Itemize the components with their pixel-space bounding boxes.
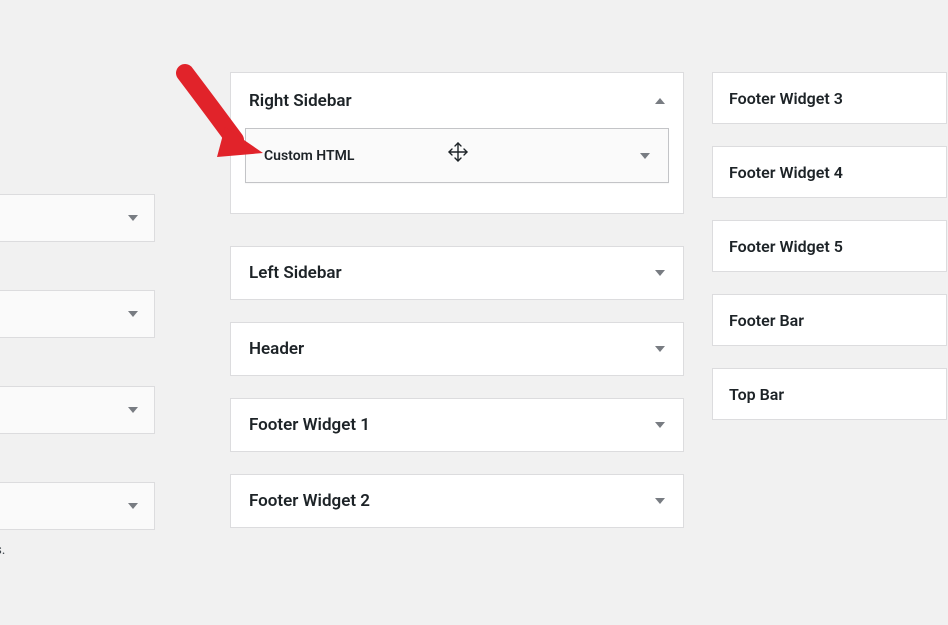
widget-description-fragment: Press.org links. xyxy=(0,536,155,568)
widget-label: Custom HTML xyxy=(264,148,354,164)
widget-area-footer-2: Footer Widget 2 xyxy=(230,474,684,528)
widget-area-header[interactable]: Right Sidebar xyxy=(231,73,683,128)
available-widget-item[interactable] xyxy=(0,194,155,242)
widget-area-title: Left Sidebar xyxy=(249,263,342,283)
chevron-down-icon xyxy=(655,422,665,428)
widget-area-body[interactable]: Custom HTML xyxy=(231,128,683,213)
widget-area-header[interactable]: Footer Bar xyxy=(713,295,946,345)
widget-area-footer-3: Footer Widget 3 xyxy=(712,72,947,124)
chevron-down-icon xyxy=(655,270,665,276)
widget-description-fragment: layer. xyxy=(0,248,155,280)
widget-area-title: Footer Widget 1 xyxy=(249,415,370,435)
chevron-down-icon xyxy=(128,503,138,509)
widget-area-header[interactable]: Footer Widget 4 xyxy=(713,147,946,197)
widget-area-top-bar: Top Bar xyxy=(712,368,947,420)
widget-custom-html[interactable]: Custom HTML xyxy=(245,128,669,183)
widget-area-header[interactable]: Footer Widget 2 xyxy=(231,475,683,527)
widget-area-title: Top Bar xyxy=(729,385,784,404)
available-widget-item[interactable] xyxy=(0,386,155,434)
widget-area-title: Footer Widget 2 xyxy=(249,491,370,511)
widget-area-left-sidebar: Left Sidebar xyxy=(230,246,684,300)
chevron-down-icon xyxy=(655,498,665,504)
widget-area-title: Right Sidebar xyxy=(249,91,352,111)
widget-description-fragment: of categories. xyxy=(0,344,155,376)
available-widgets-column: e a widget and layer. of categories. gal… xyxy=(0,0,155,578)
chevron-up-icon xyxy=(655,98,665,104)
widget-area-title: Footer Widget 5 xyxy=(729,237,843,256)
widget-area-header[interactable]: Footer Widget 3 xyxy=(713,73,946,123)
widget-area-title: Footer Bar xyxy=(729,311,804,330)
widget-areas-column-2: Footer Widget 3 Footer Widget 4 Footer W… xyxy=(712,72,947,442)
chevron-down-icon xyxy=(128,407,138,413)
widget-description-fragment: e a widget and xyxy=(0,118,155,150)
widget-area-right-sidebar: Right Sidebar Custom HTML xyxy=(230,72,684,214)
widget-area-header[interactable]: Footer Widget 1 xyxy=(231,399,683,451)
widget-area-header[interactable]: Left Sidebar xyxy=(231,247,683,299)
available-widget-item[interactable] xyxy=(0,482,155,530)
chevron-down-icon xyxy=(128,311,138,317)
widget-areas-column-1: Right Sidebar Custom HTML Left Sidebar H… xyxy=(230,72,684,550)
chevron-down-icon xyxy=(128,215,138,221)
widget-area-header[interactable]: Top Bar xyxy=(713,369,946,419)
widget-area-header[interactable]: Header xyxy=(231,323,683,375)
widget-area-footer-5: Footer Widget 5 xyxy=(712,220,947,272)
available-widget-item[interactable] xyxy=(0,290,155,338)
widget-area-title: Footer Widget 4 xyxy=(729,163,843,182)
widget-area-footer-bar: Footer Bar xyxy=(712,294,947,346)
chevron-down-icon xyxy=(655,346,665,352)
widget-area-header[interactable]: Footer Widget 5 xyxy=(713,221,946,271)
widget-area-footer-1: Footer Widget 1 xyxy=(230,398,684,452)
widget-area-header-area: Header xyxy=(230,322,684,376)
widget-description-fragment: gallery. xyxy=(0,440,155,472)
chevron-down-icon xyxy=(640,153,650,159)
widget-area-title: Header xyxy=(249,339,304,359)
widget-area-footer-4: Footer Widget 4 xyxy=(712,146,947,198)
widget-area-title: Footer Widget 3 xyxy=(729,89,843,108)
